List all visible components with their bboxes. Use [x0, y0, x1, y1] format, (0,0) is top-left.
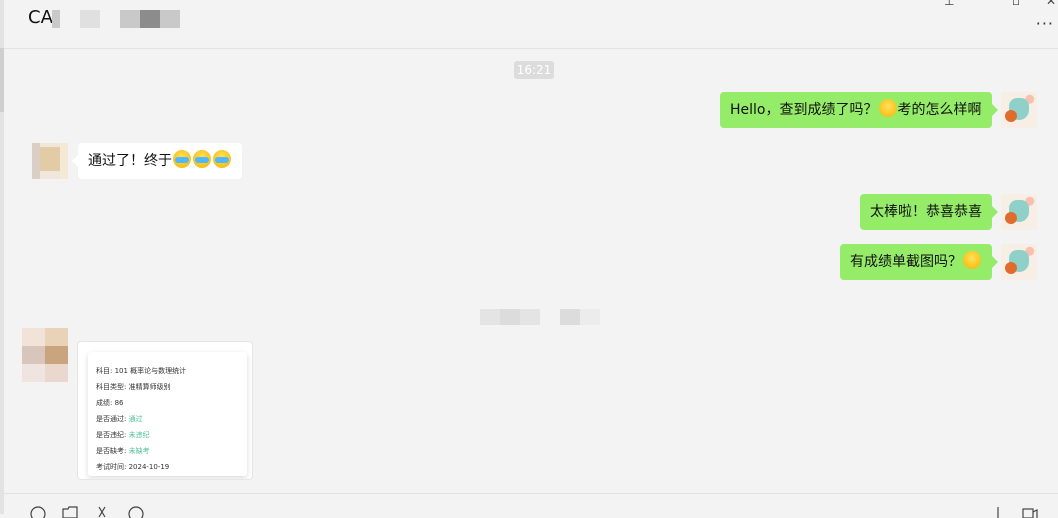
voice-call-icon[interactable]: [990, 504, 1006, 518]
contact-avatar[interactable]: [32, 143, 68, 179]
title-redaction: [120, 10, 140, 28]
maximize-icon[interactable]: ▫: [1012, 0, 1020, 8]
score-report: 科目: 101 概率论与数理统计 科目类型: 准精算师级别 成绩: 86 是否通…: [88, 352, 247, 476]
score-screenshot-image[interactable]: 科目: 101 概率论与数理统计 科目类型: 准精算师级别 成绩: 86 是否通…: [77, 341, 253, 480]
crying-emoji-icon: [173, 150, 191, 168]
message-bubble-received[interactable]: 通过了！终于: [72, 143, 242, 179]
left-edge: [0, 0, 4, 514]
redacted-notice: [520, 309, 540, 325]
contact-avatar[interactable]: [22, 328, 68, 382]
passed-label: 是否通过:: [96, 415, 127, 423]
message-text: 通过了！终于: [88, 153, 172, 169]
my-avatar[interactable]: [1001, 244, 1037, 280]
title-redaction: [52, 10, 60, 28]
pin-icon[interactable]: ⊥: [944, 0, 954, 8]
passed-line: 是否通过: 通过: [96, 414, 143, 424]
violation-label: 是否违纪:: [96, 431, 127, 439]
folder-icon[interactable]: [62, 504, 78, 518]
type-line: 科目类型: 准精算师级别: [96, 383, 171, 391]
title-redaction: [80, 10, 100, 28]
redacted-notice: [500, 309, 520, 325]
absent-label: 是否缺考:: [96, 447, 127, 455]
message-text: Hello，查到成绩了吗？: [730, 102, 878, 118]
redacted-notice: [580, 309, 600, 325]
violation-line: 是否违纪: 未违纪: [96, 430, 150, 440]
redacted-notice: [480, 309, 500, 325]
message-text-continued: 考的怎么样啊: [897, 102, 982, 118]
exam-date-line: 考试时间: 2024-10-19: [96, 463, 170, 471]
emoji-icon[interactable]: [30, 504, 46, 518]
close-icon[interactable]: ✕: [1046, 0, 1056, 8]
message-text: 有成绩单截图吗？: [850, 254, 962, 270]
crying-emoji-icon: [213, 150, 231, 168]
subject-line: 科目: 101 概率论与数理统计: [96, 367, 187, 375]
score-line: 成绩: 86: [96, 399, 124, 407]
peeking-emoji-icon: [963, 251, 981, 269]
violation-value: 未违纪: [128, 431, 150, 439]
passed-value: 通过: [128, 415, 143, 423]
message-timestamp: 16:21: [514, 61, 554, 79]
my-avatar[interactable]: [1001, 92, 1037, 128]
absent-value: 未缺考: [128, 447, 150, 455]
more-options-icon[interactable]: ···: [1036, 14, 1054, 33]
chat-history-icon[interactable]: [128, 504, 144, 518]
crying-emoji-icon: [193, 150, 211, 168]
title-redaction: [140, 10, 160, 28]
absent-line: 是否缺考: 未缺考: [96, 446, 150, 456]
scroll-mark: [0, 48, 4, 112]
message-text: 太棒啦！恭喜恭喜: [870, 204, 982, 220]
redacted-notice: [560, 309, 580, 325]
chat-header: CA ⊥ ▫ ✕ ···: [4, 0, 1058, 49]
chat-title: CA: [28, 7, 53, 28]
video-call-icon[interactable]: [1022, 504, 1038, 518]
confused-emoji-icon: [878, 99, 897, 117]
message-bubble-sent[interactable]: Hello，查到成绩了吗？ 考的怎么样啊: [720, 92, 998, 128]
scissors-icon[interactable]: [94, 504, 110, 518]
title-redaction: [160, 10, 180, 28]
message-bubble-sent[interactable]: 太棒啦！恭喜恭喜: [860, 194, 998, 230]
message-bubble-sent[interactable]: 有成绩单截图吗？: [840, 244, 998, 280]
input-toolbar: [4, 493, 1058, 518]
my-avatar[interactable]: [1001, 194, 1037, 230]
